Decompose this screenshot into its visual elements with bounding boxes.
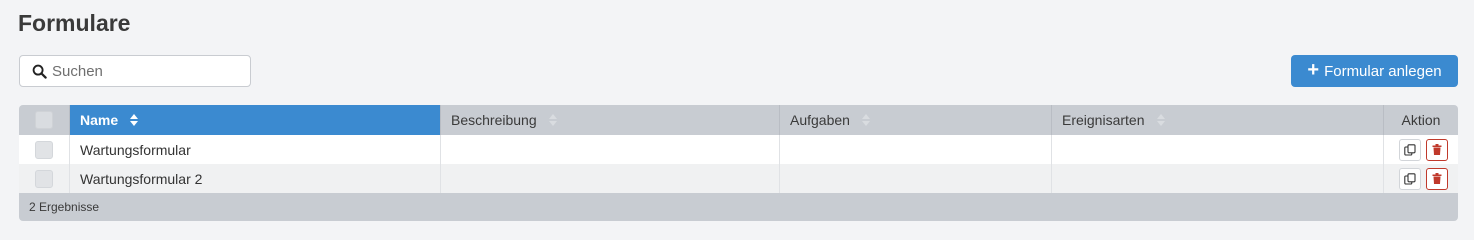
sort-icon (1156, 114, 1165, 126)
search-icon (32, 64, 47, 79)
column-header-name-label: Name (80, 112, 119, 128)
table-header: Name Beschreibung Aufgaben Ereignisarten… (19, 105, 1458, 135)
search-box[interactable] (19, 55, 251, 87)
table-row[interactable]: Wartungsformular (19, 135, 1458, 164)
sort-icon (130, 114, 139, 126)
add-form-button-label: Formular anlegen (1324, 62, 1442, 80)
column-header-name[interactable]: Name (70, 105, 441, 135)
trash-icon (1432, 173, 1442, 184)
plus-icon: + (1307, 59, 1320, 81)
column-header-event-types[interactable]: Ereignisarten (1052, 105, 1384, 135)
column-header-description-label: Beschreibung (451, 112, 537, 128)
column-header-event-types-label: Ereignisarten (1062, 112, 1145, 128)
column-header-tasks[interactable]: Aufgaben (780, 105, 1052, 135)
sort-icon (861, 114, 870, 126)
sort-icon (548, 114, 557, 126)
column-header-description[interactable]: Beschreibung (441, 105, 780, 135)
delete-button[interactable] (1426, 167, 1448, 190)
row-description (441, 164, 780, 193)
column-header-action: Aktion (1384, 105, 1458, 135)
column-header-tasks-label: Aufgaben (790, 112, 850, 128)
row-actions (1384, 164, 1458, 193)
copy-icon (1404, 143, 1416, 156)
row-checkbox[interactable] (35, 140, 53, 159)
trash-icon (1432, 144, 1442, 155)
row-event-types (1052, 164, 1384, 193)
column-header-action-label: Aktion (1401, 112, 1441, 128)
delete-button[interactable] (1426, 138, 1448, 161)
row-select-cell (19, 135, 70, 164)
search-input[interactable] (52, 62, 237, 80)
row-name[interactable]: Wartungsformular (70, 135, 441, 164)
select-all-checkbox[interactable] (35, 111, 53, 129)
row-event-types (1052, 135, 1384, 164)
row-description (441, 135, 780, 164)
select-all-cell (19, 105, 70, 135)
forms-table: Name Beschreibung Aufgaben Ereignisarten… (19, 105, 1458, 221)
table-footer: 2 Ergebnisse (19, 193, 1458, 221)
copy-button[interactable] (1399, 167, 1421, 190)
copy-button[interactable] (1399, 138, 1421, 161)
row-checkbox[interactable] (35, 169, 53, 188)
row-tasks (780, 164, 1052, 193)
table-row[interactable]: Wartungsformular 2 (19, 164, 1458, 193)
result-count: 2 Ergebnisse (29, 200, 100, 214)
page-title: Formulare (18, 10, 131, 36)
copy-icon (1404, 172, 1416, 185)
row-name[interactable]: Wartungsformular 2 (70, 164, 441, 193)
add-form-button[interactable]: + Formular anlegen (1291, 55, 1458, 87)
row-select-cell (19, 164, 70, 193)
row-tasks (780, 135, 1052, 164)
row-actions (1384, 135, 1458, 164)
